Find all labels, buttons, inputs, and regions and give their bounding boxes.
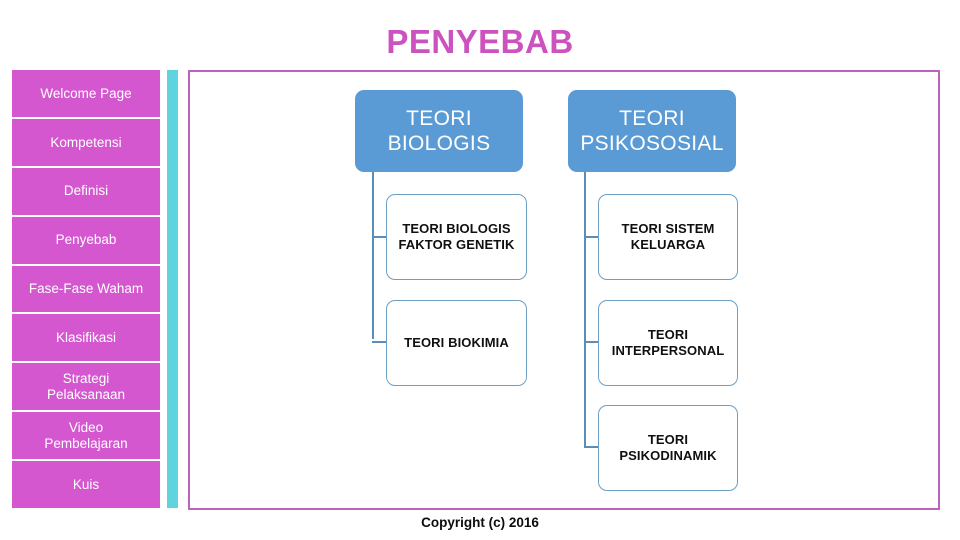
sidebar-item-definisi[interactable]: Definisi	[12, 167, 160, 215]
accent-stripe	[167, 70, 178, 508]
page-title: PENYEBAB	[386, 23, 574, 60]
sidebar-item-fase-fase-waham[interactable]: Fase-Fase Waham	[12, 265, 160, 313]
footer-copyright: Copyright (c) 2016	[421, 515, 539, 530]
sidebar-item-welcome-page[interactable]: Welcome Page	[12, 70, 160, 117]
sidebar-navigation: Welcome Page Kompetensi Definisi Penyeba…	[12, 70, 160, 509]
content-frame	[188, 70, 940, 510]
sidebar-item-kuis[interactable]: Kuis	[12, 461, 160, 509]
sidebar-item-klasifikasi[interactable]: Klasifikasi	[12, 314, 160, 362]
sidebar-item-video-pembelajaran[interactable]: Video Pembelajaran	[12, 412, 160, 460]
sidebar-item-kompetensi[interactable]: Kompetensi	[12, 118, 160, 166]
sidebar-item-penyebab[interactable]: Penyebab	[12, 216, 160, 264]
sidebar-item-strategi-pelaksanaan[interactable]: Strategi Pelaksanaan	[12, 363, 160, 411]
